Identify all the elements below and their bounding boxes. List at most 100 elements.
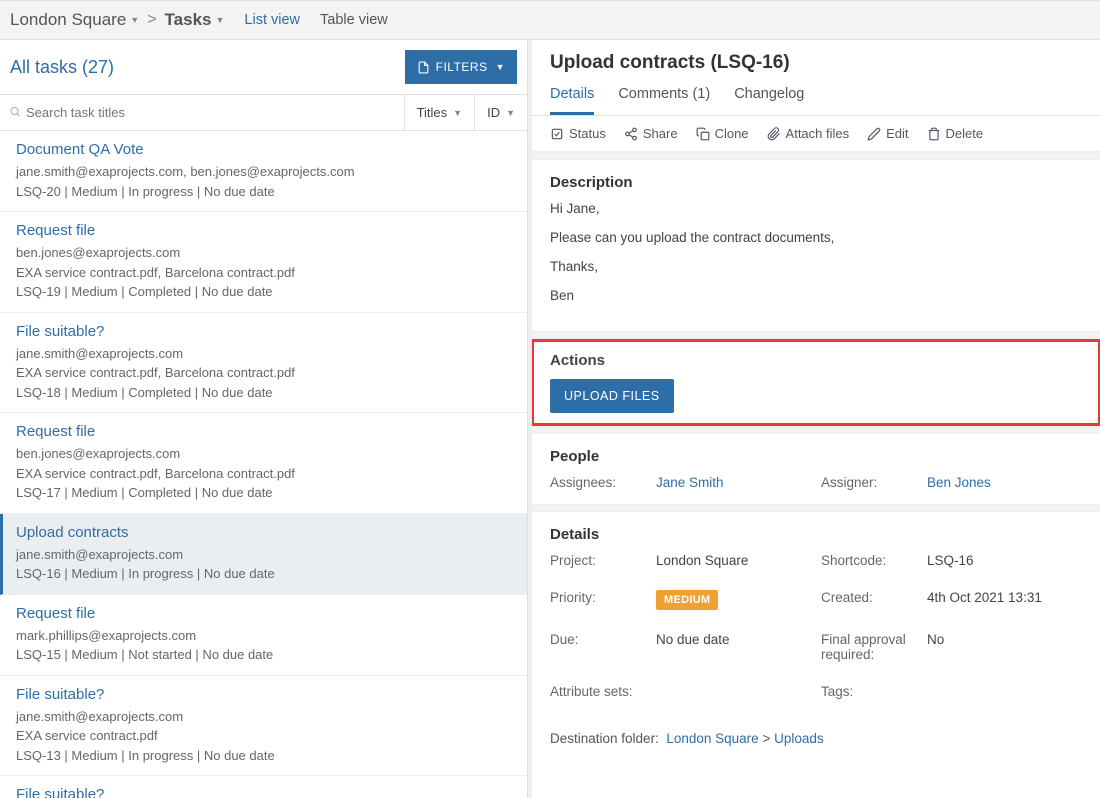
description-text: Please can you upload the contract docum… xyxy=(550,230,1082,245)
search-icon xyxy=(9,105,21,120)
caret-down-icon: ▼ xyxy=(130,15,139,25)
caret-down-icon: ▼ xyxy=(496,62,505,72)
task-title: File suitable? xyxy=(16,786,511,798)
due-label: Due: xyxy=(550,632,646,662)
due-value: No due date xyxy=(656,632,811,662)
col-titles[interactable]: Titles▼ xyxy=(405,95,476,130)
task-detail-pane: Upload contracts (LSQ-16) Details Commen… xyxy=(532,40,1100,798)
project-label: Project: xyxy=(550,553,646,568)
task-item[interactable]: File suitable? jane.smith@exaprojects.com… xyxy=(0,313,527,414)
breadcrumb-project[interactable]: London Square▼ xyxy=(10,10,139,30)
share-icon xyxy=(624,127,638,141)
upload-files-button[interactable]: UPLOAD FILES xyxy=(550,379,674,413)
task-title: File suitable? xyxy=(16,686,511,703)
description-heading: Description xyxy=(550,174,1082,191)
status-icon xyxy=(550,127,564,141)
attribute-sets-label: Attribute sets: xyxy=(550,684,646,699)
people-heading: People xyxy=(550,448,1082,465)
task-sub: jane.smith@exaprojects.com xyxy=(16,707,511,727)
task-sub: jane.smith@exaprojects.com xyxy=(16,545,511,565)
tool-share[interactable]: Share xyxy=(624,126,678,141)
assignees-value[interactable]: Jane Smith xyxy=(656,475,811,490)
caret-down-icon: ▼ xyxy=(216,15,225,25)
task-sub: ben.jones@exaprojects.com xyxy=(16,243,511,263)
edit-icon xyxy=(867,127,881,141)
created-value: 4th Oct 2021 13:31 xyxy=(927,590,1082,610)
breadcrumb-sep: > xyxy=(147,11,156,29)
task-list-pane: All tasks (27) FILTERS ▼ Titles▼ ID▼ Doc… xyxy=(0,40,528,798)
breadcrumb-section[interactable]: Tasks▼ xyxy=(165,10,225,30)
task-sub: EXA service contract.pdf, Barcelona cont… xyxy=(16,363,511,383)
task-sub: ben.jones@exaprojects.com xyxy=(16,444,511,464)
actions-section: Actions UPLOAD FILES xyxy=(532,339,1100,426)
breadcrumb-bar: London Square▼ > Tasks▼ List view Table … xyxy=(0,0,1100,40)
task-meta: LSQ-20 | Medium | In progress | No due d… xyxy=(16,182,511,202)
task-title: Document QA Vote xyxy=(16,141,511,158)
details-heading: Details xyxy=(550,526,1082,543)
assignees-label: Assignees: xyxy=(550,475,646,490)
task-item[interactable]: Document QA Vote jane.smith@exaprojects.c… xyxy=(0,131,527,212)
task-meta: LSQ-13 | Medium | In progress | No due d… xyxy=(16,746,511,766)
clone-icon xyxy=(696,127,710,141)
tool-edit[interactable]: Edit xyxy=(867,126,908,141)
final-approval-label: Final approval required: xyxy=(821,632,917,662)
assigner-label: Assigner: xyxy=(821,475,917,490)
caret-down-icon: ▼ xyxy=(506,108,515,118)
destination-sep: > xyxy=(762,731,770,746)
task-item[interactable]: Request fileben.jones@exaprojects.comEXA… xyxy=(0,212,527,313)
task-item[interactable]: Request file mark.phillips@exaprojects.co… xyxy=(0,595,527,676)
task-meta: LSQ-16 | Medium | In progress | No due d… xyxy=(16,564,511,584)
task-title: Upload contracts xyxy=(16,524,511,541)
description-text: Hi Jane, xyxy=(550,201,1082,216)
search-input[interactable] xyxy=(0,95,212,130)
created-label: Created: xyxy=(821,590,917,610)
view-table[interactable]: Table view xyxy=(320,12,388,28)
priority-badge: MEDIUM xyxy=(656,590,718,610)
task-sub: EXA service contract.pdf xyxy=(16,726,511,746)
task-meta: LSQ-15 | Medium | Not started | No due d… xyxy=(16,645,511,665)
final-approval-value: No xyxy=(927,632,1082,662)
detail-title: Upload contracts (LSQ-16) xyxy=(532,40,1100,78)
tool-clone[interactable]: Clone xyxy=(696,126,749,141)
tab-comments[interactable]: Comments (1) xyxy=(618,86,710,115)
col-id[interactable]: ID▼ xyxy=(475,95,527,130)
view-list[interactable]: List view xyxy=(244,12,300,28)
task-title: Request file xyxy=(16,605,511,622)
description-text: Thanks, xyxy=(550,259,1082,274)
task-sub: mark.phillips@exaprojects.com xyxy=(16,626,511,646)
task-item[interactable]: Upload contracts jane.smith@exaprojects.c… xyxy=(0,514,527,595)
filters-button[interactable]: FILTERS ▼ xyxy=(405,50,517,84)
task-title: Request file xyxy=(16,423,511,440)
task-meta: LSQ-18 | Medium | Completed | No due dat… xyxy=(16,383,511,403)
task-sub: EXA service contract.pdf, Barcelona cont… xyxy=(16,464,511,484)
destination-project[interactable]: London Square xyxy=(666,731,758,746)
paperclip-icon xyxy=(767,127,781,141)
task-item[interactable]: File suitable?jane.smith@exaprojects.com… xyxy=(0,776,527,798)
destination-label: Destination folder: xyxy=(550,731,659,746)
actions-heading: Actions xyxy=(550,352,1082,369)
task-meta: LSQ-19 | Medium | Completed | No due dat… xyxy=(16,282,511,302)
task-item[interactable]: File suitable? jane.smith@exaprojects.com… xyxy=(0,676,527,777)
task-list[interactable]: Document QA Vote jane.smith@exaprojects.c… xyxy=(0,131,527,798)
shortcode-label: Shortcode: xyxy=(821,553,917,568)
tool-delete[interactable]: Delete xyxy=(927,126,984,141)
project-value: London Square xyxy=(656,553,811,568)
shortcode-value: LSQ-16 xyxy=(927,553,1082,568)
tab-changelog[interactable]: Changelog xyxy=(734,86,804,115)
task-title: File suitable? xyxy=(16,323,511,340)
filter-icon xyxy=(417,61,430,74)
priority-label: Priority: xyxy=(550,590,646,610)
tab-details[interactable]: Details xyxy=(550,86,594,115)
tool-status[interactable]: Status xyxy=(550,126,606,141)
task-meta: LSQ-17 | Medium | Completed | No due dat… xyxy=(16,483,511,503)
task-sub: EXA service contract.pdf, Barcelona cont… xyxy=(16,263,511,283)
trash-icon xyxy=(927,127,941,141)
task-item[interactable]: Request file ben.jones@exaprojects.comEXA… xyxy=(0,413,527,514)
task-sub: jane.smith@exaprojects.com xyxy=(16,344,511,364)
all-tasks-heading[interactable]: All tasks (27) xyxy=(10,57,114,78)
destination-folder[interactable]: Uploads xyxy=(774,731,824,746)
tool-attach[interactable]: Attach files xyxy=(767,126,850,141)
tags-label: Tags: xyxy=(821,684,917,699)
assigner-value[interactable]: Ben Jones xyxy=(927,475,1082,490)
task-sub: jane.smith@exaprojects.com, ben.jones@ex… xyxy=(16,162,511,182)
